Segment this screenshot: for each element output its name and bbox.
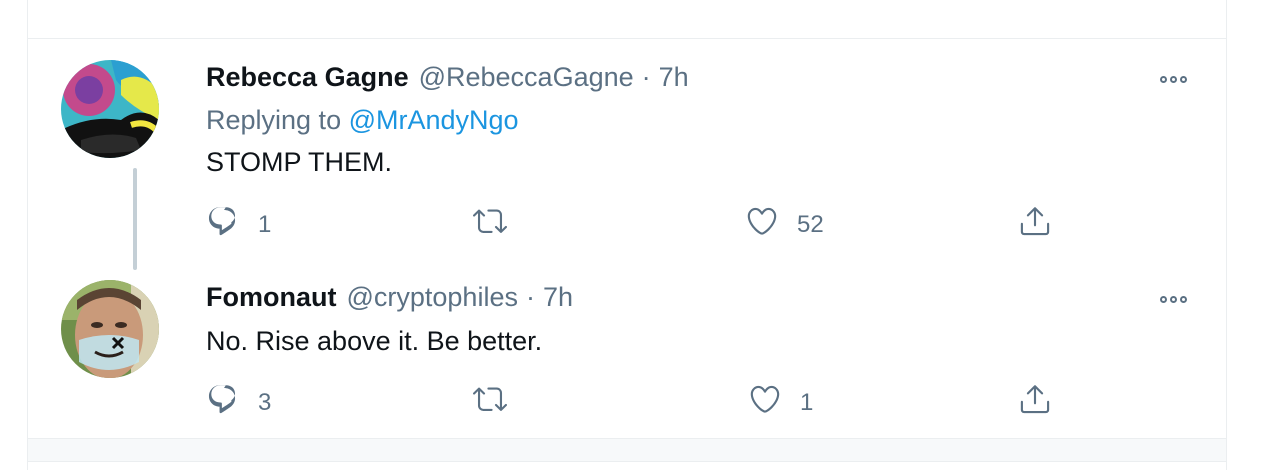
display-name[interactable]: Fomonaut [206, 282, 336, 313]
timeline-gap [28, 438, 1226, 462]
reply-count: 3 [258, 388, 272, 416]
like-button[interactable]: 1 [748, 382, 813, 423]
reply-count: 1 [258, 210, 272, 238]
reply-button[interactable]: 3 [206, 382, 271, 423]
tweet-header: Fomonaut @cryptophiles · 7h [206, 282, 573, 316]
retweet-icon [473, 382, 507, 423]
tweet-text: No. Rise above it. Be better. [206, 326, 543, 356]
heart-icon [745, 204, 779, 245]
user-handle[interactable]: @RebeccaGagne [419, 62, 634, 93]
user-handle[interactable]: @cryptophiles [346, 282, 517, 313]
tweet-text: STOMP THEM. [206, 147, 393, 177]
share-button[interactable] [1018, 382, 1052, 423]
reply-icon [206, 382, 240, 423]
tweet-header: Rebecca Gagne @RebeccaGagne · 7h [206, 62, 689, 96]
reply-button[interactable]: 1 [206, 204, 271, 245]
display-name[interactable]: Rebecca Gagne [206, 62, 409, 93]
replying-prefix: Replying to [206, 105, 342, 135]
share-icon [1018, 382, 1052, 423]
like-count: 1 [800, 388, 814, 416]
thread-connector [133, 168, 137, 270]
share-icon [1018, 204, 1052, 245]
avatar[interactable] [61, 280, 159, 378]
retweet-button[interactable] [473, 204, 525, 245]
replying-handle-link[interactable]: @MrAndyNgo [349, 105, 519, 135]
replying-to: Replying to @MrAndyNgo [206, 105, 519, 136]
retweet-icon [473, 204, 507, 245]
heart-icon [748, 382, 782, 423]
more-options-icon[interactable] [1160, 292, 1194, 306]
timestamp[interactable]: 7h [543, 282, 573, 313]
separator: · [525, 282, 535, 312]
more-options-icon[interactable] [1160, 72, 1194, 86]
avatar[interactable] [61, 60, 159, 158]
timeline-column: Rebecca Gagne @RebeccaGagne · 7h Replyin… [27, 0, 1227, 470]
divider [28, 38, 1226, 39]
retweet-button[interactable] [473, 382, 525, 423]
timestamp[interactable]: 7h [659, 62, 689, 93]
reply-icon [206, 204, 240, 245]
like-count: 52 [797, 210, 824, 238]
separator: · [641, 62, 651, 92]
like-button[interactable]: 52 [745, 204, 824, 245]
share-button[interactable] [1018, 204, 1052, 245]
